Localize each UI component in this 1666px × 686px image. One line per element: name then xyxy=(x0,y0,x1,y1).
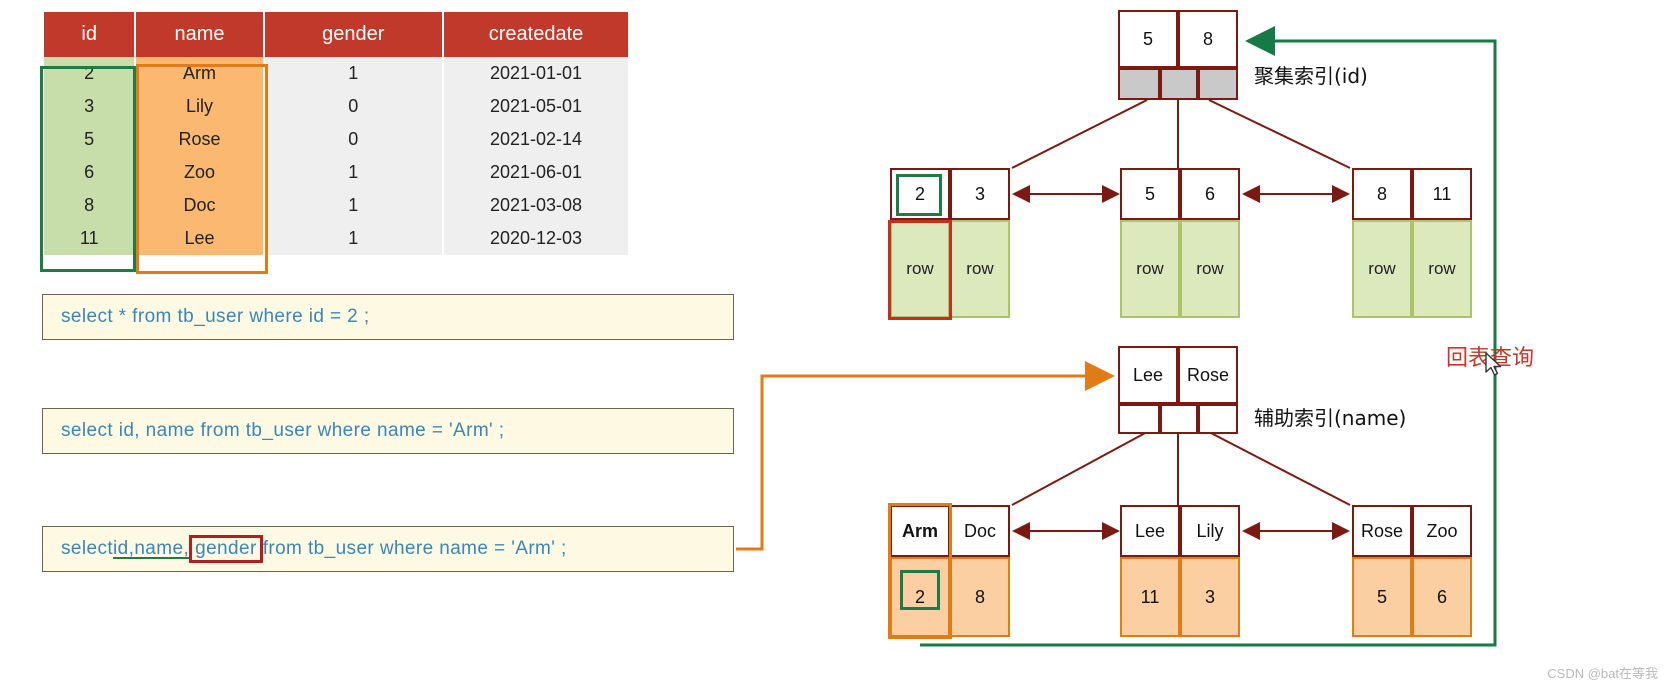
cell-id: 2 xyxy=(44,57,135,90)
clustered-leaf-key: 5 xyxy=(1120,168,1180,220)
column-header-id: id xyxy=(44,12,135,57)
cell-id: 11 xyxy=(44,222,135,255)
clustered-leaf-key: 3 xyxy=(950,168,1010,220)
cell-name: Lee xyxy=(136,222,263,255)
table-header-row: id name gender createdate xyxy=(44,12,628,57)
cell-id: 6 xyxy=(44,156,135,189)
clustered-root-key: 8 xyxy=(1178,10,1238,68)
clustered-leaf-row: row xyxy=(1120,220,1180,318)
secondary-leaf-id: 6 xyxy=(1412,557,1472,637)
cell-name: Doc xyxy=(136,189,263,222)
clustered-index-caption: 聚集索引(id) xyxy=(1254,64,1368,88)
table-row: 8 Doc 1 2021-03-08 xyxy=(44,189,628,222)
cell-gender: 1 xyxy=(264,189,442,222)
table-row: 2 Arm 1 2021-01-01 xyxy=(44,57,628,90)
clustered-root-pointer xyxy=(1198,68,1238,100)
table-row: 11 Lee 1 2020-12-03 xyxy=(44,222,628,255)
column-header-gender: gender xyxy=(264,12,442,57)
mouse-cursor-icon xyxy=(1485,352,1502,376)
sql-statement-3: select id,name, gender from tb_user where… xyxy=(42,526,734,572)
sql-text-3-underlined: id,name, xyxy=(113,538,190,559)
secondary-root-pointer xyxy=(1118,404,1160,434)
cell-gender: 1 xyxy=(264,222,442,255)
clustered-leaf-key: 11 xyxy=(1412,168,1472,220)
secondary-leaf-key: Zoo xyxy=(1412,505,1472,557)
cell-id: 3 xyxy=(44,90,135,123)
secondary-leaf-id: 11 xyxy=(1120,557,1180,637)
clustered-leaf-row: row xyxy=(1180,220,1240,318)
secondary-index-caption: 辅助索引(name) xyxy=(1254,406,1407,430)
clustered-root-pointer xyxy=(1118,68,1160,100)
clustered-leaf-row: row xyxy=(890,220,950,318)
cell-name: Zoo xyxy=(136,156,263,189)
sql-statement-1: select * from tb_user where id = 2 ; xyxy=(42,294,734,340)
cell-createdate: 2021-05-01 xyxy=(444,90,628,123)
secondary-root-pointer xyxy=(1160,404,1198,434)
clustered-leaf-row: row xyxy=(950,220,1010,318)
cell-gender: 0 xyxy=(264,123,442,156)
sql-text-3-suffix: from tb_user where name = 'Arm' ; xyxy=(262,538,567,559)
user-data-table: id name gender createdate 2 Arm 1 2021-0… xyxy=(42,12,630,255)
sql-text-3-prefix: select xyxy=(61,538,114,559)
secondary-root-key: Lee xyxy=(1118,346,1178,404)
cell-createdate: 2021-01-01 xyxy=(444,57,628,90)
column-header-name: name xyxy=(136,12,263,57)
secondary-leaf-key: Arm xyxy=(890,505,950,557)
cell-gender: 1 xyxy=(264,156,442,189)
clustered-leaf-key: 8 xyxy=(1352,168,1412,220)
secondary-leaf-id: 8 xyxy=(950,557,1010,637)
clustered-leaf-key: 6 xyxy=(1180,168,1240,220)
cell-id: 8 xyxy=(44,189,135,222)
sql-text-1: select * from tb_user where id = 2 ; xyxy=(61,306,370,327)
cell-name: Rose xyxy=(136,123,263,156)
table-row: 3 Lily 0 2021-05-01 xyxy=(44,90,628,123)
table-row: 6 Zoo 1 2021-06-01 xyxy=(44,156,628,189)
secondary-leaf-id: 2 xyxy=(890,557,950,637)
secondary-leaf-id: 5 xyxy=(1352,557,1412,637)
clustered-root-pointer xyxy=(1160,68,1198,100)
watermark: CSDN @bat在等我 xyxy=(1547,666,1658,681)
secondary-leaf-key: Doc xyxy=(950,505,1010,557)
cell-id: 5 xyxy=(44,123,135,156)
table-row: 5 Rose 0 2021-02-14 xyxy=(44,123,628,156)
cell-createdate: 2021-02-14 xyxy=(444,123,628,156)
clustered-leaf-row: row xyxy=(1412,220,1472,318)
secondary-leaf-id: 3 xyxy=(1180,557,1240,637)
clustered-leaf-row: row xyxy=(1352,220,1412,318)
cell-gender: 1 xyxy=(264,57,442,90)
cell-name: Lily xyxy=(136,90,263,123)
column-header-createdate: createdate xyxy=(444,12,628,57)
cell-createdate: 2020-12-03 xyxy=(444,222,628,255)
secondary-leaf-key: Rose xyxy=(1352,505,1412,557)
cell-createdate: 2021-03-08 xyxy=(444,189,628,222)
sql-text-3-boxed-gender: gender xyxy=(189,535,263,563)
secondary-root-key: Rose xyxy=(1178,346,1238,404)
sql-statement-2: select id, name from tb_user where name … xyxy=(42,408,734,454)
cell-name: Arm xyxy=(136,57,263,90)
sql-text-2: select id, name from tb_user where name … xyxy=(61,420,505,441)
clustered-leaf-key: 2 xyxy=(890,168,950,220)
cell-createdate: 2021-06-01 xyxy=(444,156,628,189)
secondary-leaf-key: Lee xyxy=(1120,505,1180,557)
secondary-leaf-key: Lily xyxy=(1180,505,1240,557)
cell-gender: 0 xyxy=(264,90,442,123)
clustered-root-key: 5 xyxy=(1118,10,1178,68)
secondary-root-pointer xyxy=(1198,404,1238,434)
